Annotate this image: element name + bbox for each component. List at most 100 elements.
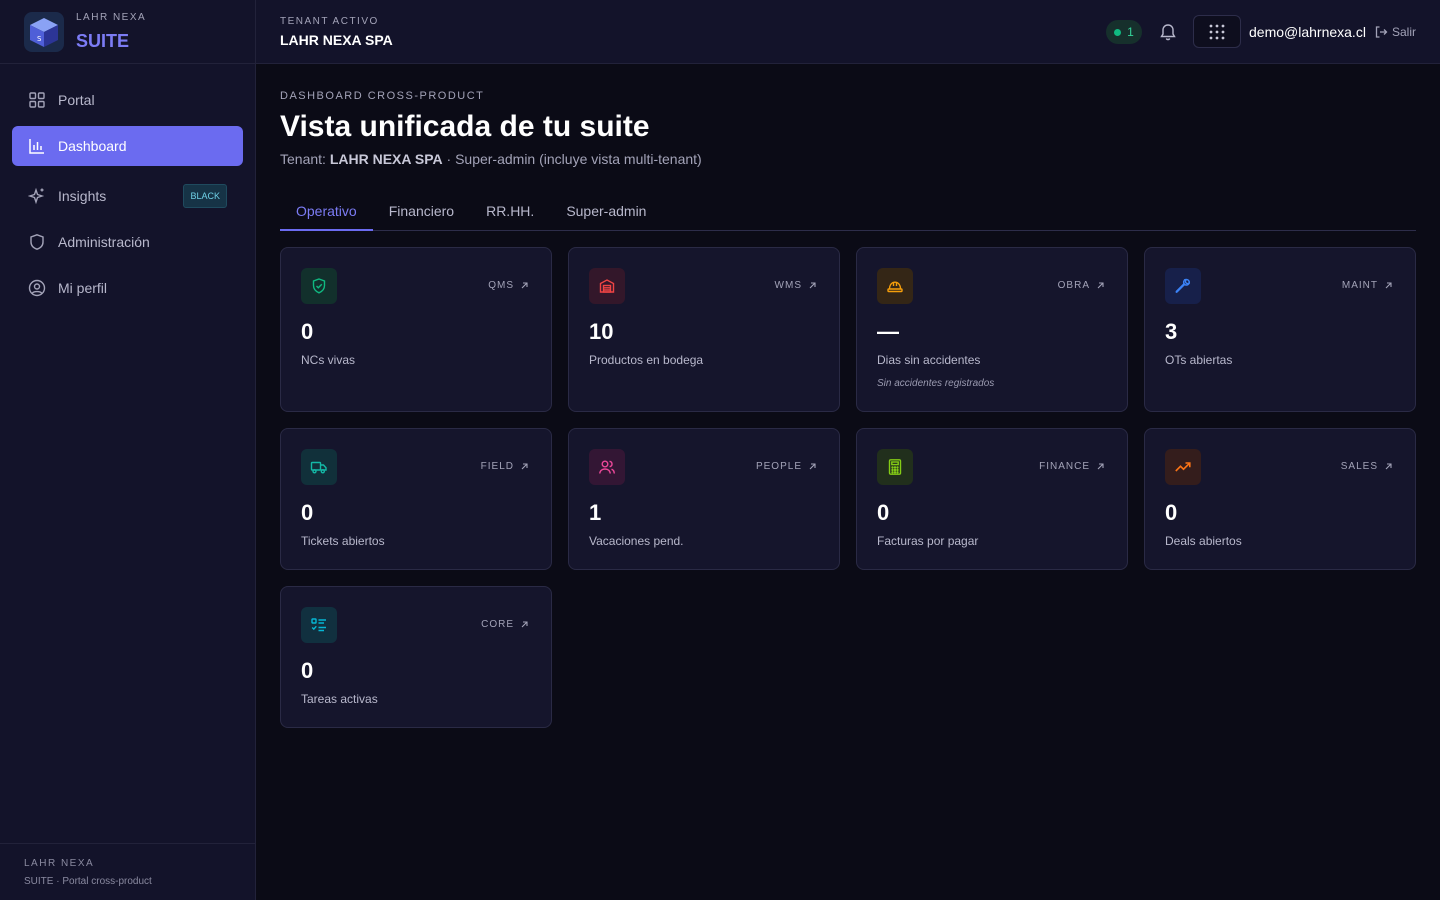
shield-check-icon: [312, 278, 326, 294]
card-module-link[interactable]: OBRA: [1058, 280, 1105, 291]
sidebar-item-label: Portal: [58, 92, 95, 108]
card-icon-box: [877, 449, 913, 485]
sidebar-item-insights[interactable]: Insights BLACK: [12, 176, 243, 216]
arrow-up-right-icon: [521, 621, 528, 628]
arrow-up-right-icon: [521, 463, 528, 470]
wrench-icon: [1175, 278, 1191, 293]
card-value: 3: [1165, 319, 1178, 344]
brand[interactable]: S LAHR NEXA SUITE: [0, 0, 255, 64]
arrow-up-right-icon: [1385, 282, 1392, 289]
tab-rrhh[interactable]: RR.HH.: [470, 194, 550, 231]
tab-financiero[interactable]: Financiero: [373, 194, 470, 231]
status-dot-icon: [1114, 28, 1122, 36]
arrow-up-right-icon: [1097, 463, 1104, 470]
tenant-label: TENANT ACTIVO: [280, 16, 379, 27]
status-count: 1: [1127, 25, 1134, 39]
card-icon-box: [589, 268, 625, 304]
kpi-card-qms[interactable]: QMS 0 NCs vivas: [280, 247, 552, 412]
truck-icon: [310, 461, 327, 474]
sidebar-item-dashboard[interactable]: Dashboard: [12, 126, 243, 166]
card-label: NCs vivas: [301, 353, 356, 367]
card-module-link[interactable]: SALES: [1341, 461, 1393, 472]
page-subtitle: Tenant: LAHR NEXA SPA · Super-admin (inc…: [280, 151, 702, 167]
bar-chart-icon: [28, 137, 46, 155]
card-module-link[interactable]: PEOPLE: [756, 461, 817, 472]
sidebar-item-label: Insights: [58, 188, 107, 204]
tenant-value[interactable]: LAHR NEXA SPA: [280, 32, 393, 48]
page-kicker: DASHBOARD CROSS-PRODUCT: [280, 90, 485, 102]
kpi-card-finance[interactable]: FINANCE 0 Facturas por pagar: [856, 428, 1128, 570]
sidebar-item-label: Dashboard: [58, 138, 127, 154]
footer-caption: SUITE · Portal cross-product: [24, 876, 152, 887]
sidebar: S LAHR NEXA SUITE Portal Dashboard Insig…: [0, 0, 256, 900]
kpi-card-obra[interactable]: OBRA — Dias sin accidentes Sin accidente…: [856, 247, 1128, 412]
card-module-link[interactable]: FINANCE: [1039, 461, 1105, 472]
card-icon-box: [1165, 449, 1201, 485]
arrow-up-right-icon: [521, 282, 528, 289]
subtitle-tenant: LAHR NEXA SPA: [329, 151, 443, 167]
logout-icon: [1375, 26, 1388, 38]
arrow-up-right-icon: [1385, 463, 1392, 470]
list-checks-icon: [311, 618, 326, 632]
grid-icon: [28, 91, 46, 109]
card-label: Deals abiertos: [1165, 534, 1242, 548]
calculator-icon: [888, 459, 902, 475]
card-value: 0: [301, 658, 314, 683]
tier-badge: BLACK: [183, 184, 227, 208]
card-label: OTs abiertas: [1165, 353, 1233, 367]
page-title: Vista unificada de tu suite: [280, 110, 650, 143]
kpi-card-maint[interactable]: MAINT 3 OTs abiertas: [1144, 247, 1416, 412]
kpi-card-people[interactable]: PEOPLE 1 Vacaciones pend.: [568, 428, 840, 570]
tab-super-admin[interactable]: Super-admin: [550, 194, 662, 231]
svg-text:S: S: [37, 35, 42, 43]
subtitle-prefix: Tenant:: [280, 151, 330, 167]
tab-bar: Operativo Financiero RR.HH. Super-admin: [280, 194, 1416, 231]
users-icon: [599, 460, 615, 474]
sidebar-item-mi-perfil[interactable]: Mi perfil: [12, 268, 243, 308]
tab-operativo[interactable]: Operativo: [280, 194, 373, 231]
card-label: Productos en bodega: [589, 353, 704, 367]
kpi-card-sales[interactable]: SALES 0 Deals abiertos: [1144, 428, 1416, 570]
sidebar-footer: LAHR NEXA SUITE · Portal cross-product: [0, 843, 255, 900]
kpi-card-wms[interactable]: WMS 10 Productos en bodega: [568, 247, 840, 412]
card-module-link[interactable]: QMS: [488, 280, 529, 291]
bell-icon[interactable]: [1158, 22, 1178, 42]
sidebar-item-label: Administración: [58, 234, 150, 250]
sidebar-nav: Portal Dashboard Insights BLACK Administ…: [0, 64, 255, 308]
cube-logo-icon: S: [24, 11, 64, 52]
card-icon-box: [301, 268, 337, 304]
user-email[interactable]: demo@lahrnexa.cl: [1249, 24, 1366, 40]
card-value: 1: [589, 500, 602, 525]
card-label: Dias sin accidentes: [877, 353, 981, 367]
logout-button[interactable]: Salir: [1374, 25, 1416, 39]
card-icon-box: [301, 449, 337, 485]
kpi-card-field[interactable]: FIELD 0 Tickets abiertos: [280, 428, 552, 570]
topbar: TENANT ACTIVO LAHR NEXA SPA 1 demo@lahrn…: [256, 0, 1440, 64]
sidebar-item-portal[interactable]: Portal: [12, 80, 243, 120]
card-module-link[interactable]: MAINT: [1342, 280, 1393, 291]
card-module-link[interactable]: CORE: [481, 619, 529, 630]
card-module-link[interactable]: WMS: [775, 280, 817, 291]
card-value: —: [877, 319, 899, 344]
hard-hat-icon: [887, 281, 903, 293]
sparkles-icon: [28, 187, 46, 205]
shield-icon: [28, 233, 46, 251]
brand-big: SUITE: [76, 30, 130, 51]
card-value: 0: [1165, 500, 1178, 525]
subtitle-suffix: · Super-admin (incluye vista multi-tenan…: [442, 151, 702, 167]
sidebar-item-label: Mi perfil: [58, 280, 108, 296]
apps-grid-icon: [1209, 24, 1225, 39]
apps-launcher-button[interactable]: [1193, 15, 1241, 48]
logout-label: Salir: [1392, 25, 1417, 39]
card-icon-box: [877, 268, 913, 304]
card-icon-box: [301, 607, 337, 643]
arrow-up-right-icon: [1097, 282, 1104, 289]
kpi-card-core[interactable]: CORE 0 Tareas activas: [280, 586, 552, 728]
card-module-link[interactable]: FIELD: [481, 461, 529, 472]
status-pill[interactable]: 1: [1106, 20, 1142, 44]
sidebar-item-administracion[interactable]: Administración: [12, 222, 243, 262]
card-value: 0: [301, 500, 314, 525]
card-value: 0: [301, 319, 314, 344]
card-value: 0: [877, 500, 890, 525]
card-label: Tareas activas: [301, 692, 378, 706]
